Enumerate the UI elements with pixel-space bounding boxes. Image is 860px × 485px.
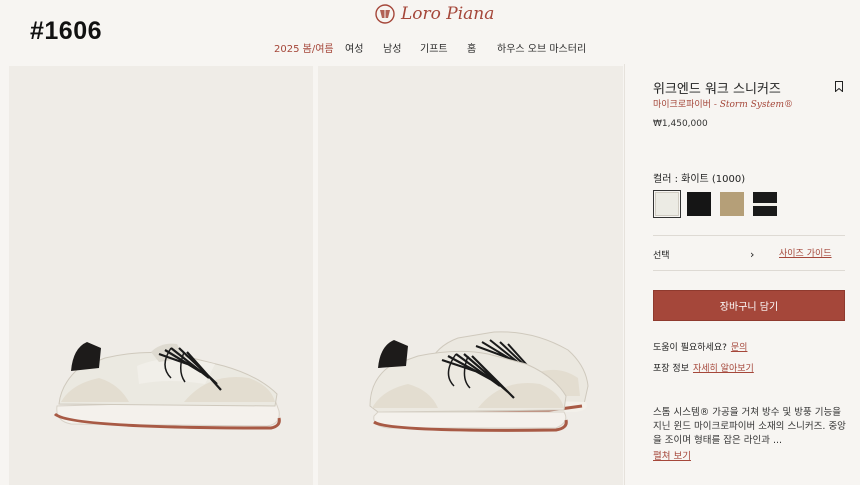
nav-item-ss25[interactable]: 2025 봄/여름 (274, 40, 334, 55)
color-label: 컬러 : 화이트 (1000) (653, 174, 746, 185)
product-material: 마이크로파이버 - Storm System® (653, 97, 793, 110)
brand-logo[interactable]: Loro Piana (374, 3, 494, 25)
packaging-link[interactable]: 자세히 알아보기 (693, 364, 754, 374)
product-image-side[interactable] (9, 66, 313, 485)
site-header: Loro Piana 2025 봄/여름 여성 남성 기프트 홈 하우스 오브 … (0, 0, 860, 64)
packaging-row: 포장 정보 자세히 알아보기 (653, 361, 754, 374)
divider (653, 235, 845, 236)
brand-wordmark: Loro Piana (401, 4, 495, 24)
help-label: 도움이 필요하세요? (653, 343, 727, 353)
swatch-stripe (753, 203, 777, 206)
crest-icon (375, 4, 395, 24)
product-description: 스톰 시스템® 가공을 거쳐 방수 및 방풍 기능을 지닌 윈드 마이크로파이버… (653, 407, 846, 446)
nav-item-women[interactable]: 여성 (345, 40, 363, 55)
size-guide-link[interactable]: 사이즈 가이드 (779, 246, 832, 259)
nav-item-house-of-mastery[interactable]: 하우스 오브 마스터리 (497, 40, 586, 55)
material-en: - Storm System® (710, 100, 793, 110)
packaging-label: 포장 정보 (653, 364, 689, 374)
size-select[interactable]: 선택 (653, 248, 670, 261)
nav-item-men[interactable]: 남성 (383, 40, 401, 55)
swatch-black[interactable] (687, 192, 711, 216)
read-more-link[interactable]: 펼쳐 보기 (653, 448, 691, 462)
material-ko: 마이크로파이버 (653, 100, 711, 110)
divider (653, 270, 845, 271)
chevron-right-icon[interactable]: › (750, 248, 754, 261)
main-nav: 2025 봄/여름 여성 남성 기프트 홈 하우스 오브 마스터리 (0, 40, 860, 56)
sneaker-pair-image (369, 331, 589, 432)
swatch-white[interactable] (653, 190, 681, 218)
product-image-pair[interactable] (318, 66, 623, 485)
product-info-panel: 위크엔드 워크 스니커즈 마이크로파이버 - Storm System® ₩1,… (624, 64, 860, 485)
product-title: 위크엔드 워크 스니커즈 (653, 82, 781, 97)
product-price: ₩1,450,000 (653, 119, 708, 129)
swatch-taupe[interactable] (720, 192, 744, 216)
sneaker-side-image (53, 342, 281, 430)
add-to-cart-button[interactable]: 장바구니 담기 (653, 290, 845, 321)
swatch-black-white[interactable] (753, 192, 777, 216)
nav-item-gift[interactable]: 기프트 (420, 40, 448, 55)
nav-item-home[interactable]: 홈 (467, 40, 476, 55)
bookmark-icon[interactable] (835, 81, 843, 92)
contact-link[interactable]: 문의 (731, 343, 748, 353)
overlay-badge: #1606 (30, 17, 103, 45)
help-row: 도움이 필요하세요? 문의 (653, 340, 747, 353)
